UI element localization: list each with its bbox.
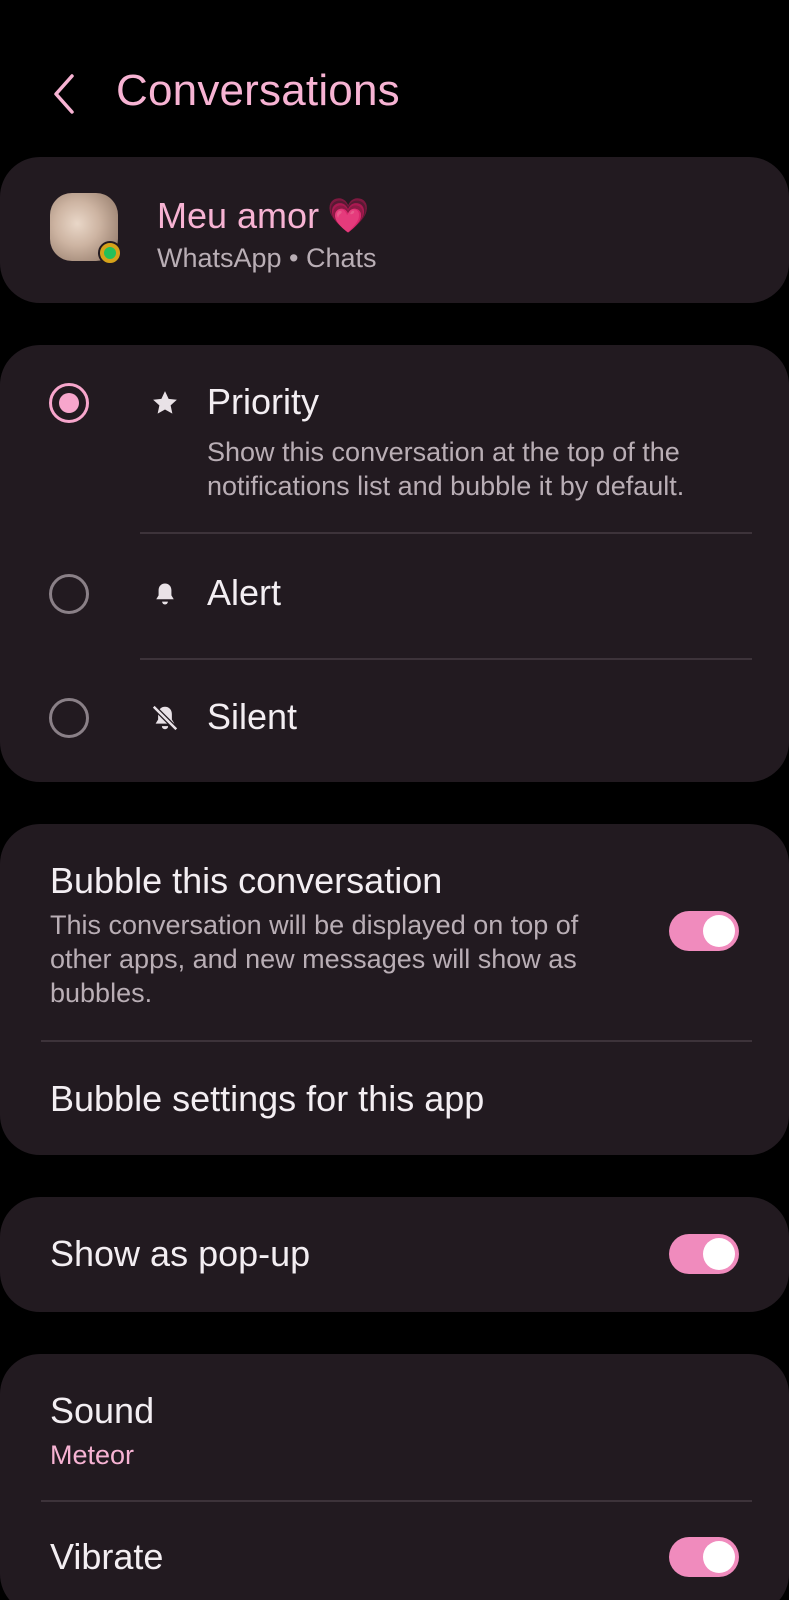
bubble-conversation-row[interactable]: Bubble this conversation This conversati… xyxy=(0,824,789,1040)
importance-card: Priority Show this conversation at the t… xyxy=(0,345,789,782)
bubble-toggle[interactable] xyxy=(669,911,739,951)
option-silent[interactable]: Silent xyxy=(0,660,789,782)
bubble-settings-row[interactable]: Bubble settings for this app xyxy=(0,1042,789,1155)
vibrate-toggle[interactable] xyxy=(669,1537,739,1577)
page-title: Conversations xyxy=(116,66,400,115)
vibrate-row[interactable]: Vibrate xyxy=(0,1502,789,1600)
bell-off-icon xyxy=(148,701,182,735)
sound-value: Meteor xyxy=(50,1440,135,1470)
option-priority[interactable]: Priority Show this conversation at the t… xyxy=(0,345,789,531)
heart-emoji: 💗 xyxy=(327,197,370,235)
sound-row[interactable]: Sound Meteor xyxy=(0,1354,789,1500)
alert-radio[interactable] xyxy=(49,574,89,614)
bubble-title: Bubble this conversation xyxy=(50,860,443,901)
alert-label: Alert xyxy=(207,572,282,613)
silent-radio[interactable] xyxy=(49,698,89,738)
bubble-card: Bubble this conversation This conversati… xyxy=(0,824,789,1155)
conversation-contact-card[interactable]: Meu amor 💗 WhatsApp • Chats xyxy=(0,157,789,303)
bubble-description: This conversation will be displayed on t… xyxy=(50,910,579,1008)
app-bar: Conversations xyxy=(0,56,789,132)
back-button[interactable] xyxy=(42,70,86,118)
vibrate-label: Vibrate xyxy=(50,1536,164,1577)
option-alert[interactable]: Alert xyxy=(0,534,789,658)
whatsapp-badge-icon xyxy=(98,241,122,265)
sound-label: Sound xyxy=(50,1390,155,1431)
show-popup-row[interactable]: Show as pop-up xyxy=(0,1197,789,1312)
bubble-settings-label: Bubble settings for this app xyxy=(50,1078,485,1119)
contact-name-text: Meu amor xyxy=(157,195,320,236)
silent-label: Silent xyxy=(207,696,298,737)
bell-icon xyxy=(148,577,182,611)
contact-name: Meu amor 💗 xyxy=(157,195,369,237)
chevron-left-icon xyxy=(54,74,74,114)
priority-radio[interactable] xyxy=(49,383,89,423)
sound-card: Sound Meteor Vibrate xyxy=(0,1354,789,1600)
contact-subtitle: WhatsApp • Chats xyxy=(157,243,377,273)
conversation-settings-screen: Conversations Meu amor 💗 WhatsApp • Chat… xyxy=(0,0,789,1600)
star-icon xyxy=(148,386,182,420)
avatar xyxy=(50,193,122,265)
popup-toggle[interactable] xyxy=(669,1234,739,1274)
priority-label: Priority xyxy=(207,381,320,422)
popup-card: Show as pop-up xyxy=(0,1197,789,1312)
priority-description: Show this conversation at the top of the… xyxy=(207,437,685,501)
popup-label: Show as pop-up xyxy=(50,1233,311,1274)
